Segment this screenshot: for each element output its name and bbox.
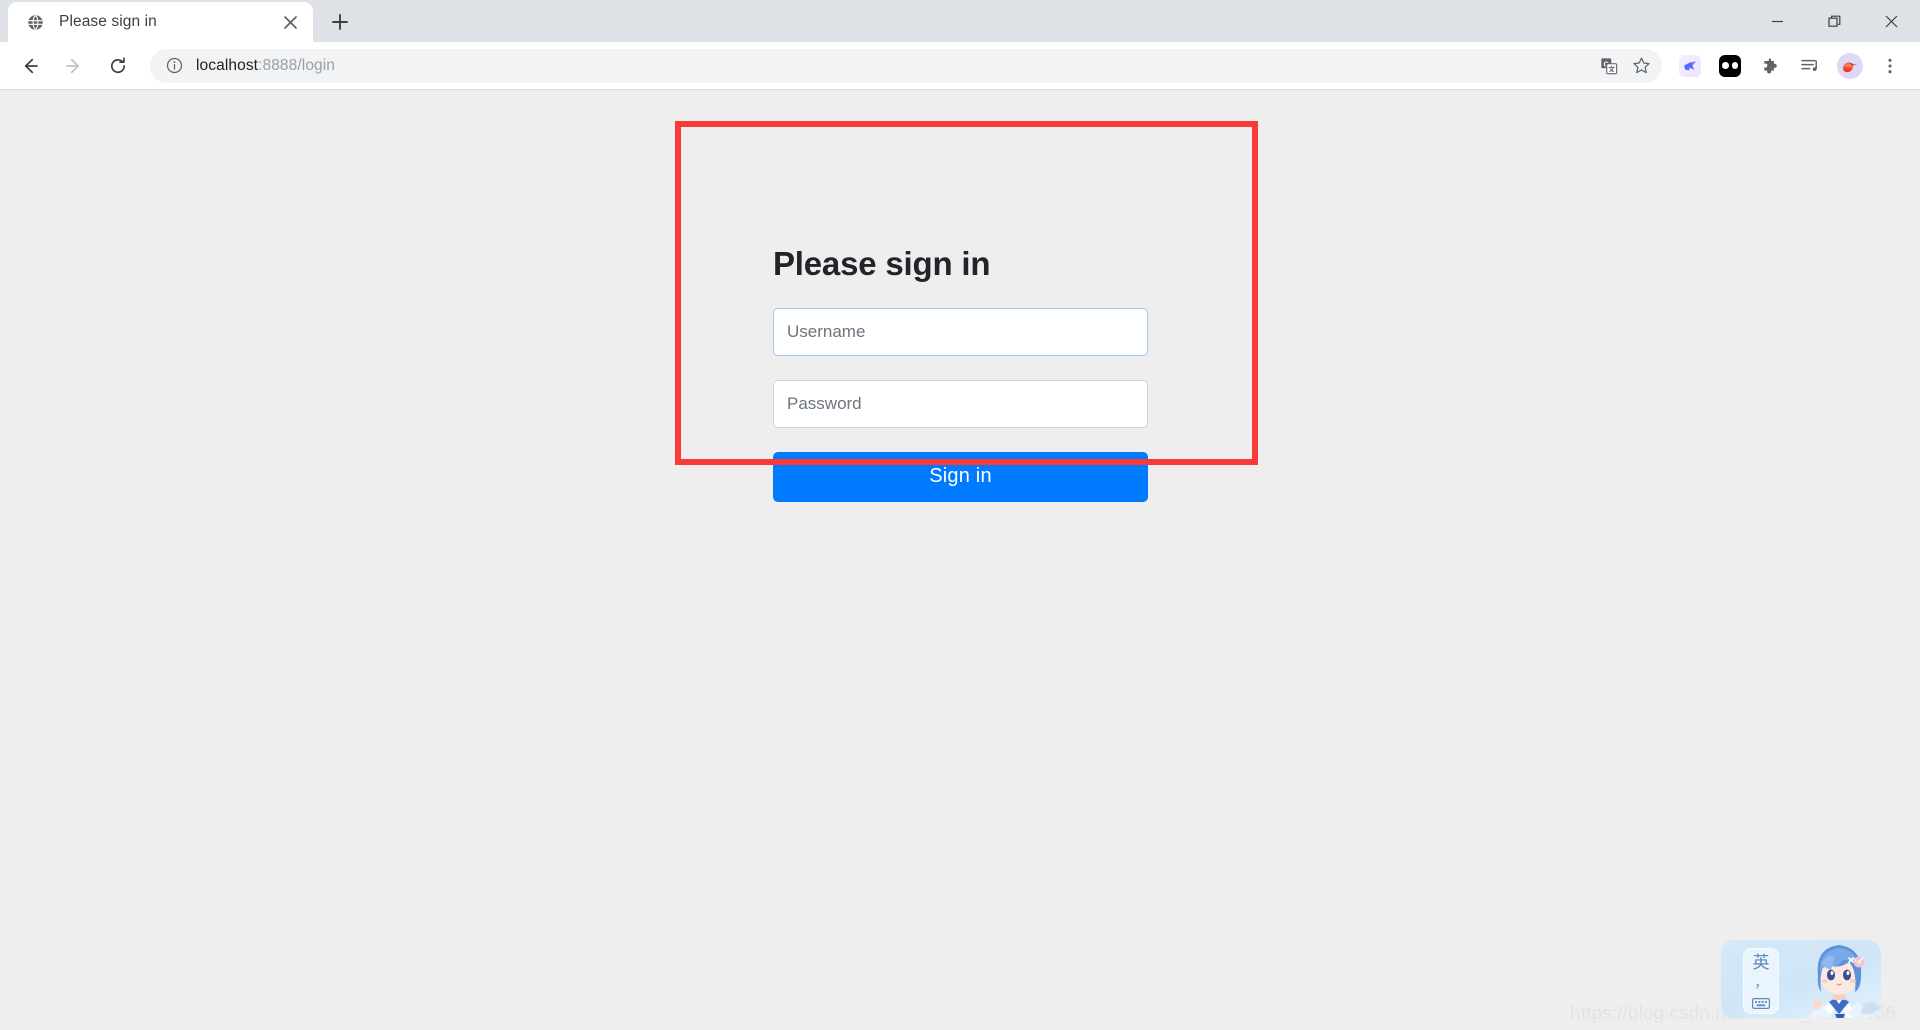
tab-title: Please sign in — [59, 13, 157, 30]
ime-status-column: 英 ， — [1743, 948, 1779, 1014]
tab-please-sign-in[interactable]: Please sign in — [8, 2, 313, 42]
ime-mode-label[interactable]: 英 — [1753, 954, 1770, 972]
browser-window: Please sign in localhost:8888/login G Pl… — [0, 0, 1920, 1030]
music-playlist-icon[interactable] — [1793, 49, 1827, 83]
google-translate-icon[interactable]: G — [1594, 51, 1624, 81]
bird-extension-icon[interactable] — [1673, 49, 1707, 83]
info-circle-icon[interactable] — [164, 56, 184, 76]
globe-icon — [26, 13, 45, 32]
keyboard-icon[interactable] — [1752, 996, 1770, 1010]
anime-character-skin — [1791, 940, 1881, 1018]
username-input[interactable] — [773, 307, 1148, 356]
close-window-button[interactable] — [1863, 0, 1920, 42]
avatar[interactable] — [1833, 49, 1867, 83]
reload-button[interactable] — [99, 47, 137, 85]
close-icon[interactable] — [277, 9, 303, 35]
address-bar[interactable]: localhost:8888/login G — [150, 48, 1662, 83]
bird-avatar-icon — [1837, 52, 1863, 79]
window-controls — [1749, 0, 1920, 42]
dot-left — [1722, 62, 1729, 69]
bird-extension-glyph — [1679, 54, 1701, 77]
tab-strip: Please sign in — [0, 0, 1920, 42]
browser-toolbar: localhost:8888/login G — [0, 42, 1920, 90]
minimize-button[interactable] — [1749, 0, 1806, 42]
two-dots-glyph — [1719, 54, 1741, 77]
ime-panel[interactable]: 英 ， — [1721, 940, 1881, 1018]
ime-punctuation-label[interactable]: ， — [1754, 977, 1767, 990]
login-form: Please sign in Sign in — [773, 245, 1148, 502]
url-text: localhost:8888/login — [196, 57, 1592, 75]
three-dot-menu-icon[interactable] — [1873, 49, 1907, 83]
ime-widget[interactable]: 英 ， — [1706, 914, 1892, 1022]
forward-button[interactable] — [55, 47, 93, 85]
page-title: Please sign in — [773, 245, 991, 282]
two-dots-extension-icon[interactable] — [1713, 49, 1747, 83]
url-host: localhost — [196, 56, 259, 74]
dot-right — [1731, 62, 1738, 69]
restore-button[interactable] — [1806, 0, 1863, 42]
new-tab-button[interactable] — [323, 5, 357, 39]
password-input[interactable] — [773, 379, 1148, 428]
back-button[interactable] — [11, 47, 49, 85]
page-viewport: Please sign in Sign in 英 ， — [0, 90, 1920, 1030]
star-outline-icon[interactable] — [1626, 51, 1656, 81]
sign-in-button[interactable]: Sign in — [773, 451, 1148, 502]
puzzle-piece-icon[interactable] — [1753, 49, 1787, 83]
url-path: :8888/login — [258, 56, 336, 74]
